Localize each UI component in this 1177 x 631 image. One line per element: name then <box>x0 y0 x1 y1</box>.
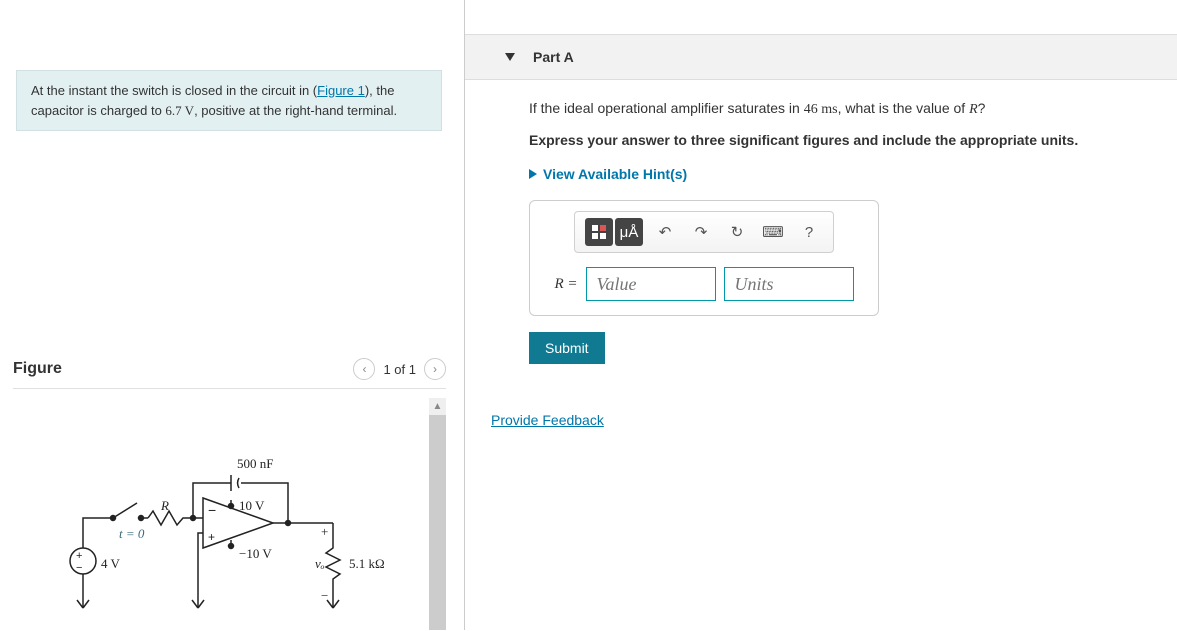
problem-voltage: 6.7 V <box>165 103 194 118</box>
vneg-label: −10 V <box>239 546 272 562</box>
submit-button[interactable]: Submit <box>529 332 605 364</box>
answer-instructions: Express your answer to three significant… <box>529 132 1137 148</box>
figure-header: Figure ‹ 1 of 1 › <box>13 358 446 389</box>
figure-body: − + <box>13 398 446 630</box>
redo-button[interactable]: ↷ <box>687 218 715 246</box>
q-post: , what is the value of <box>838 100 970 116</box>
t-label: t = 0 <box>119 526 144 542</box>
circuit-diagram: − + <box>13 398 429 630</box>
part-header[interactable]: Part A <box>465 34 1177 80</box>
svg-text:+: + <box>208 530 215 544</box>
q-var: R <box>969 102 978 117</box>
answer-var-label: R = <box>554 276 577 293</box>
q-time: 46 ms <box>804 102 838 117</box>
svg-text:−: − <box>208 502 216 518</box>
right-pane: Part A If the ideal operational amplifie… <box>465 0 1177 630</box>
expand-icon <box>529 169 537 179</box>
q-qmark: ? <box>978 100 986 116</box>
vo-plus: + <box>321 524 328 540</box>
value-input[interactable] <box>586 267 716 301</box>
vo-minus: − <box>321 588 328 604</box>
load-label: 5.1 kΩ <box>349 556 385 572</box>
answer-row: R = <box>542 267 866 301</box>
vo-label: vₒ <box>315 556 324 572</box>
svg-text:+: + <box>76 550 82 562</box>
reset-button[interactable]: ↻ <box>723 218 751 246</box>
part-body: If the ideal operational amplifier satur… <box>465 80 1177 364</box>
figure-link[interactable]: Figure 1 <box>317 83 365 98</box>
templates-icon <box>590 223 608 241</box>
provide-feedback-link[interactable]: Provide Feedback <box>491 412 1177 428</box>
q-pre: If the ideal operational amplifier satur… <box>529 100 804 116</box>
vpos-label: 10 V <box>239 498 264 514</box>
units-button[interactable]: μÅ <box>615 218 643 246</box>
keyboard-button[interactable]: ⌨ <box>759 218 787 246</box>
cap-label: 500 nF <box>237 456 273 472</box>
question-text: If the ideal operational amplifier satur… <box>529 100 1137 118</box>
answer-box: μÅ ↶ ↷ ↻ ⌨ ? R = <box>529 200 879 316</box>
hints-label: View Available Hint(s) <box>543 166 687 182</box>
problem-text-3: , positive at the right-hand terminal. <box>194 103 397 118</box>
src-label: 4 V <box>101 556 120 572</box>
figure-counter: 1 of 1 <box>381 362 418 377</box>
units-input[interactable] <box>724 267 854 301</box>
r-label: R <box>161 498 169 514</box>
undo-button[interactable]: ↶ <box>651 218 679 246</box>
collapse-icon <box>505 53 515 61</box>
templates-button[interactable] <box>585 218 613 246</box>
help-button[interactable]: ? <box>795 218 823 246</box>
answer-toolbar: μÅ ↶ ↷ ↻ ⌨ ? <box>574 211 834 253</box>
figure-next-button[interactable]: › <box>424 358 446 380</box>
part-title: Part A <box>533 49 574 65</box>
svg-text:−: − <box>76 562 82 574</box>
figure-scrollbar[interactable]: ▲ <box>429 398 446 630</box>
figure-nav: ‹ 1 of 1 › <box>353 358 446 380</box>
left-pane: At the instant the switch is closed in t… <box>0 0 465 630</box>
circuit-svg: − + <box>13 398 423 628</box>
hints-toggle[interactable]: View Available Hint(s) <box>529 166 1137 182</box>
problem-text-1: At the instant the switch is closed in t… <box>31 83 317 98</box>
scroll-up-button[interactable]: ▲ <box>429 398 446 415</box>
problem-statement: At the instant the switch is closed in t… <box>16 70 442 131</box>
scroll-thumb[interactable] <box>429 415 446 630</box>
figure-title: Figure <box>13 360 62 378</box>
figure-prev-button[interactable]: ‹ <box>353 358 375 380</box>
